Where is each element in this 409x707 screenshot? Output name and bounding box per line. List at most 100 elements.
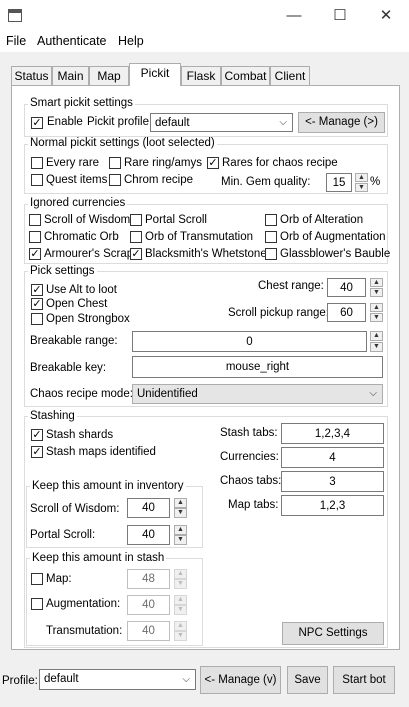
menu-file[interactable]: File [6,34,26,48]
scroll-range-up[interactable]: ▲ [370,303,383,312]
stash-shards-checkbox[interactable]: ✓ [31,429,43,441]
menu-help[interactable]: Help [118,34,144,48]
tab-status[interactable]: Status [11,66,52,85]
ign-bauble-checkbox[interactable] [265,248,277,260]
breakable-key-label: Breakable key: [30,362,107,374]
tab-main[interactable]: Main [52,66,89,85]
pickit-profile-select[interactable]: default ⌵ [150,113,293,132]
ign-whetstone-checkbox[interactable]: ✓ [130,248,142,260]
save-button[interactable]: Save [287,666,328,694]
scroll-range-input[interactable]: 60 [327,303,366,322]
ign-transmutation-checkbox[interactable] [130,231,142,243]
breakable-range-down[interactable]: ▼ [370,342,383,352]
chaos-tabs-input[interactable]: 3 [281,471,384,492]
trans-keep-up[interactable]: ▲ [174,621,187,631]
check-icon: ✓ [32,284,42,296]
ign-portal-checkbox[interactable] [130,214,142,226]
normal-pickit-title: Normal pickit settings (loot selected) [28,137,217,149]
enable-label: Enable [47,116,83,128]
wisdom-keep-input[interactable]: 40 [127,498,170,518]
npc-settings-button[interactable]: NPC Settings [282,622,384,645]
manage-pickit-button[interactable]: <- Manage (>) [298,112,385,133]
pick-settings-title: Pick settings [28,265,97,277]
gem-quality-up[interactable]: ▲ [355,173,368,182]
check-icon: ✓ [32,446,42,458]
ign-chromatic-checkbox[interactable] [29,231,41,243]
ign-transmutation-label: Orb of Transmutation [145,231,254,243]
ign-wisdom-label: Scroll of Wisdom [44,214,131,226]
map-keep-up[interactable]: ▲ [174,569,187,579]
ign-portal-label: Portal Scroll [145,214,207,226]
ign-augmentation-checkbox[interactable] [265,231,277,243]
trans-keep-down[interactable]: ▼ [174,631,187,641]
tab-map[interactable]: Map [89,66,129,85]
portal-keep-up[interactable]: ▲ [174,525,187,535]
breakable-key-input[interactable]: mouse_right [132,356,383,378]
start-bot-button[interactable]: Start bot [333,666,395,694]
quest-items-checkbox[interactable] [31,174,43,186]
gem-quality-down[interactable]: ▼ [355,183,368,192]
profile-select[interactable]: default ⌵ [39,669,196,690]
close-button[interactable]: ✕ [363,0,409,32]
stash-maps-checkbox[interactable]: ✓ [31,446,43,458]
quest-items-label: Quest items [46,174,108,186]
wisdom-keep-up[interactable]: ▲ [174,498,187,508]
trans-keep-label: Transmutation: [46,625,123,637]
chaos-mode-select[interactable]: Unidentified ⌵ [132,384,383,404]
open-chest-checkbox[interactable]: ✓ [31,298,43,310]
map-keep-down[interactable]: ▼ [174,579,187,589]
tab-pickit[interactable]: Pickit [129,63,181,86]
trans-keep-input[interactable]: 40 [127,621,170,641]
use-alt-checkbox[interactable]: ✓ [31,284,43,296]
rare-ring-checkbox[interactable] [109,157,121,169]
enable-checkbox[interactable]: ✓ [31,117,43,129]
chrom-recipe-checkbox[interactable] [109,174,121,186]
aug-keep-checkbox[interactable] [31,598,43,610]
map-keep-label: Map: [46,573,72,585]
portal-keep-down[interactable]: ▼ [174,535,187,545]
chest-range-input[interactable]: 40 [327,278,366,297]
stash-tabs-input[interactable]: 1,2,3,4 [281,423,384,444]
currencies-input[interactable]: 4 [281,447,384,468]
aug-keep-up[interactable]: ▲ [174,595,187,605]
use-alt-label: Use Alt to loot [46,284,117,296]
breakable-range-label: Breakable range: [30,335,118,347]
aug-keep-down[interactable]: ▼ [174,605,187,615]
portal-keep-label: Portal Scroll: [30,529,96,541]
scroll-range-down[interactable]: ▼ [370,313,383,322]
chaos-recipe-checkbox[interactable]: ✓ [207,157,219,169]
keep-inventory-title: Keep this amount in inventory [30,480,186,492]
map-tabs-label: Map tabs: [228,499,279,511]
minimize-button[interactable]: — [271,0,317,32]
map-tabs-input[interactable]: 1,2,3 [281,495,384,516]
check-icon: ✓ [30,248,40,260]
maximize-button[interactable]: ☐ [317,0,363,32]
gem-quality-input[interactable]: 15 [326,173,352,192]
ign-wisdom-checkbox[interactable] [29,214,41,226]
tab-flask[interactable]: Flask [181,66,221,85]
chaos-mode-label: Chaos recipe mode: [30,388,133,400]
tab-combat[interactable]: Combat [221,66,270,85]
map-keep-input[interactable]: 48 [127,569,170,589]
tab-client[interactable]: Client [270,66,310,85]
gem-percent-label: % [370,176,381,188]
pickit-profile-label: Pickit profile: [87,116,153,128]
breakable-range-up[interactable]: ▲ [370,331,383,341]
map-keep-checkbox[interactable] [31,573,43,585]
every-rare-checkbox[interactable] [31,157,43,169]
ign-augmentation-label: Orb of Augmentation [280,231,386,243]
menu-authenticate[interactable]: Authenticate [37,34,107,48]
manage-profile-button[interactable]: <- Manage (v) [200,666,281,694]
open-strongbox-checkbox[interactable] [31,313,43,325]
ign-alteration-checkbox[interactable] [265,214,277,226]
wisdom-keep-down[interactable]: ▼ [174,508,187,518]
chest-range-up[interactable]: ▲ [370,278,383,287]
aug-keep-input[interactable]: 40 [127,595,170,615]
portal-keep-input[interactable]: 40 [127,525,170,545]
chest-range-down[interactable]: ▼ [370,288,383,297]
every-rare-label: Every rare [46,157,100,169]
ign-chromatic-label: Chromatic Orb [44,231,119,243]
ign-scrap-checkbox[interactable]: ✓ [29,248,41,260]
breakable-range-input[interactable]: 0 [132,331,367,352]
chest-range-label: Chest range: [258,280,324,292]
